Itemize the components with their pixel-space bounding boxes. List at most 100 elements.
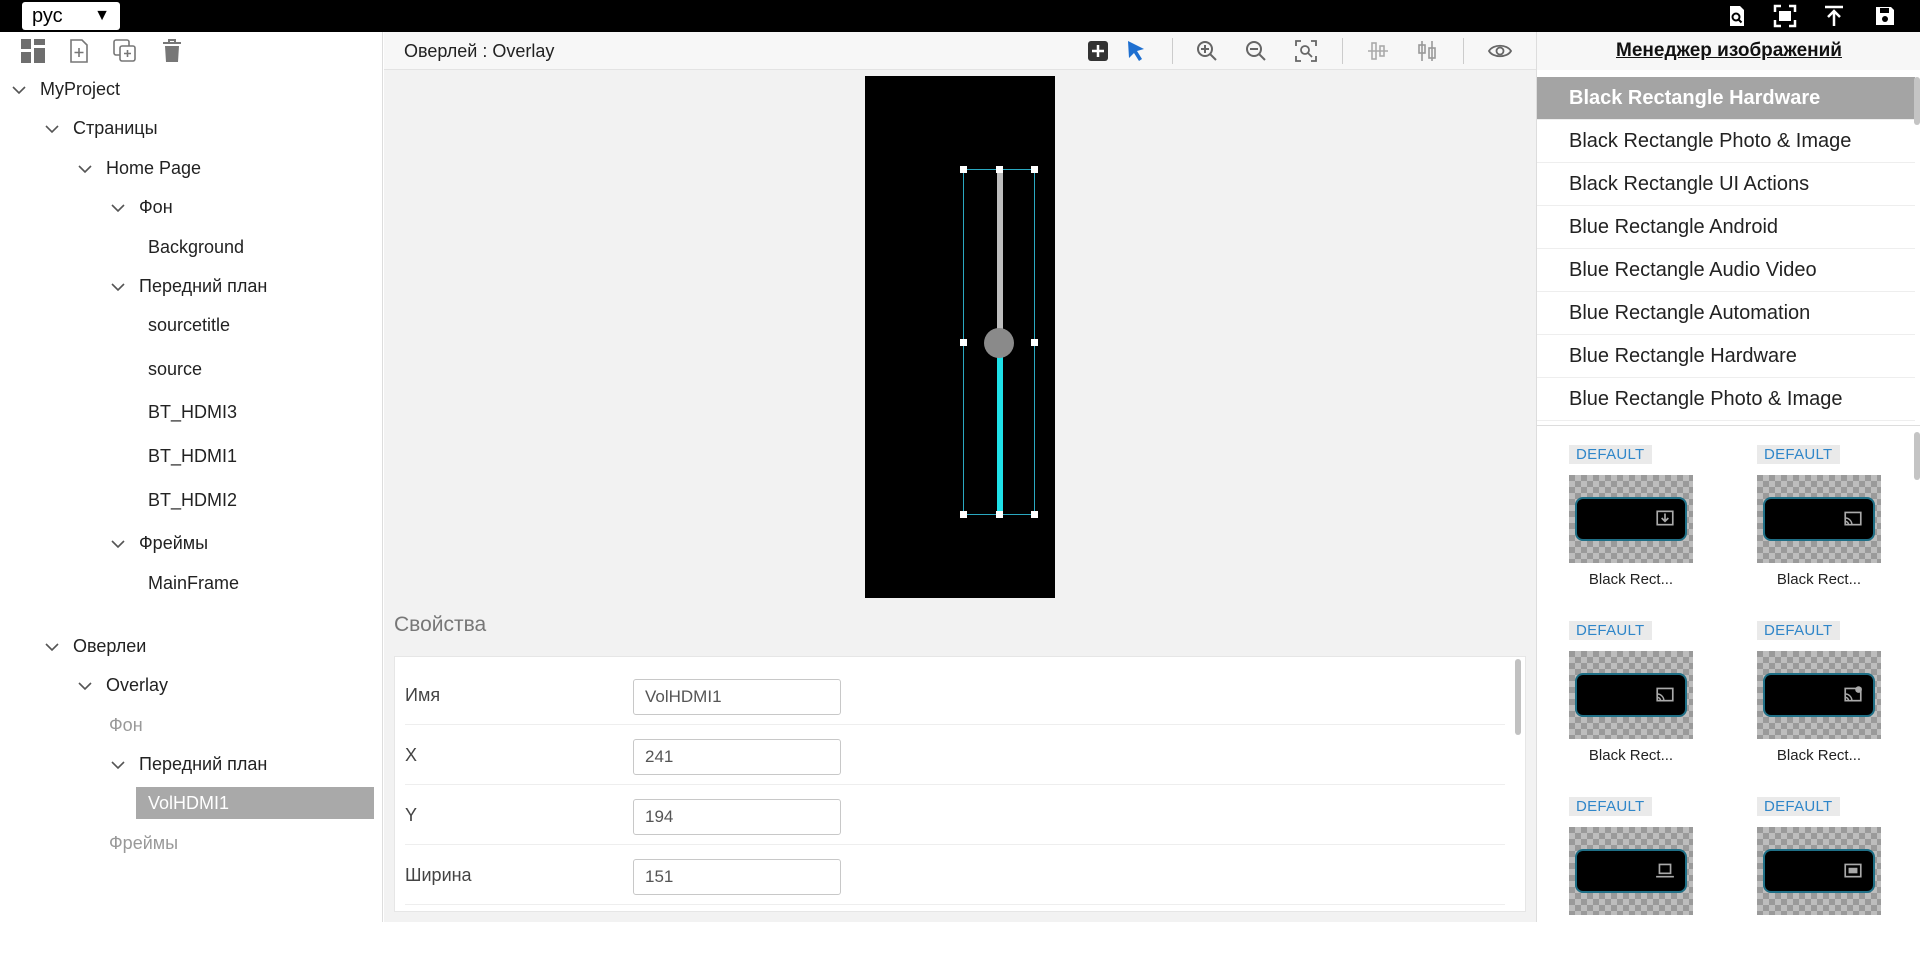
tree-item[interactable]: Передний план: [109, 270, 267, 302]
image-manager-panel: Менеджер изображений Black Rectangle Har…: [1536, 32, 1920, 922]
chevron-down-icon[interactable]: [109, 199, 127, 217]
chevron-down-icon[interactable]: [76, 677, 94, 695]
category-item[interactable]: Blue Rectangle Audio Video: [1537, 249, 1915, 292]
upload-icon[interactable]: [1822, 4, 1846, 28]
dashboard-icon[interactable]: [20, 38, 46, 64]
category-item[interactable]: Black Rectangle Hardware: [1537, 77, 1915, 120]
tree-item[interactable]: Оверлеи: [43, 630, 146, 662]
volume-slider-selection[interactable]: [960, 166, 1038, 518]
thumbnail-preview[interactable]: [1569, 475, 1693, 563]
width-field[interactable]: 151: [633, 859, 841, 895]
category-item[interactable]: Blue Rectangle Photo & Image: [1537, 378, 1915, 421]
tree-item[interactable]: Фреймы: [109, 527, 208, 559]
tree-item[interactable]: Фреймы: [109, 827, 178, 859]
save-icon[interactable]: [1873, 4, 1897, 28]
tree-item[interactable]: BT_HDMI2: [148, 484, 237, 516]
resize-handle[interactable]: [996, 511, 1003, 518]
thumbnail-preview[interactable]: [1757, 827, 1881, 915]
image-thumbnail[interactable]: DEFAULT Black Rect...: [1757, 621, 1897, 781]
chevron-down-icon[interactable]: [43, 638, 61, 656]
add-icon[interactable]: [1086, 39, 1110, 63]
overlay-preview[interactable]: [865, 76, 1055, 598]
chevron-down-icon[interactable]: [10, 81, 28, 99]
category-item[interactable]: Blue Rectangle Automation: [1537, 292, 1915, 335]
y-field[interactable]: 194: [633, 799, 841, 835]
trash-icon[interactable]: [159, 38, 185, 64]
tree-item[interactable]: Фон: [109, 191, 173, 223]
zoom-in-icon[interactable]: [1195, 39, 1219, 63]
tree-item[interactable]: Home Page: [76, 152, 201, 184]
new-page-icon[interactable]: [66, 38, 92, 64]
align-horizontal-icon[interactable]: [1366, 39, 1390, 63]
slider-track-upper: [997, 170, 1003, 343]
resize-handle[interactable]: [960, 166, 967, 173]
image-thumbnail[interactable]: DEFAULT Black Rect...: [1569, 445, 1709, 605]
fullscreen-icon[interactable]: [1773, 4, 1797, 28]
tree-item[interactable]: MainFrame: [148, 567, 239, 599]
chevron-down-icon[interactable]: [109, 535, 127, 553]
category-item[interactable]: Black Rectangle Photo & Image: [1537, 120, 1915, 163]
name-field[interactable]: VolHDMI1: [633, 679, 841, 715]
image-thumbnail[interactable]: DEFAULT: [1757, 797, 1897, 957]
chevron-down-icon[interactable]: [76, 160, 94, 178]
category-item[interactable]: Blue Rectangle Android: [1537, 206, 1915, 249]
resize-handle[interactable]: [1031, 166, 1038, 173]
zoom-fit-icon[interactable]: [1294, 39, 1318, 63]
tree-item[interactable]: BT_HDMI3: [148, 396, 237, 428]
language-select[interactable]: рус ▼: [22, 2, 120, 30]
resize-handle[interactable]: [960, 511, 967, 518]
tree-item[interactable]: Страницы: [43, 112, 158, 144]
resize-handle[interactable]: [996, 166, 1003, 173]
properties-scrollbar[interactable]: [1515, 659, 1521, 735]
thumbnail-preview[interactable]: [1569, 651, 1693, 739]
properties-section: Свойства Имя VolHDMI1 X 241 Y 194 Ширина…: [384, 603, 1536, 922]
tree-item[interactable]: sourcetitle: [148, 309, 230, 341]
tree-item[interactable]: Overlay: [76, 669, 168, 701]
thumbnail-scrollbar[interactable]: [1914, 432, 1920, 480]
tree-item[interactable]: Фон: [109, 709, 143, 741]
slider-knob[interactable]: [984, 328, 1014, 358]
image-thumbnail[interactable]: DEFAULT: [1569, 797, 1709, 957]
design-canvas[interactable]: [384, 70, 1536, 603]
image-manager-title[interactable]: Менеджер изображений: [1537, 32, 1920, 70]
tree-item-label: Передний план: [139, 276, 268, 296]
screen-cast-icon: [1844, 863, 1862, 878]
tree-item-label: BT_HDMI3: [148, 402, 238, 422]
tree-item-label: Фреймы: [109, 833, 179, 853]
tree-item[interactable]: VolHDMI1: [136, 787, 374, 819]
thumbnail-preview[interactable]: [1569, 827, 1693, 915]
chevron-down-icon[interactable]: [109, 756, 127, 774]
editor-toolbar: Оверлей : Overlay: [384, 32, 1536, 70]
default-badge: DEFAULT: [1569, 797, 1652, 816]
tree-item[interactable]: BT_HDMI1: [148, 440, 237, 472]
search-doc-icon[interactable]: [1725, 4, 1749, 28]
tree-item[interactable]: MyProject: [10, 73, 120, 105]
eye-icon[interactable]: [1488, 39, 1512, 63]
align-vertical-icon[interactable]: [1415, 39, 1439, 63]
x-field[interactable]: 241: [633, 739, 841, 775]
property-label: X: [405, 745, 418, 765]
thumbnail-preview[interactable]: [1757, 475, 1881, 563]
tree-item-label: Фон: [109, 715, 143, 735]
category-item[interactable]: Black Rectangle UI Actions: [1537, 163, 1915, 206]
tree-item-label: Страницы: [73, 118, 158, 138]
image-thumbnail[interactable]: DEFAULT Black Rect...: [1757, 445, 1897, 605]
chevron-down-icon[interactable]: [43, 120, 61, 138]
resize-handle[interactable]: [960, 339, 967, 346]
pointer-icon[interactable]: [1124, 39, 1148, 63]
tree-item[interactable]: Передний план: [109, 748, 267, 780]
tree-item[interactable]: source: [148, 353, 202, 385]
category-list: Black Rectangle Hardware Black Rectangle …: [1537, 77, 1915, 422]
category-item[interactable]: Blue Rectangle Hardware: [1537, 335, 1915, 378]
thumbnail-preview[interactable]: [1757, 651, 1881, 739]
resize-handle[interactable]: [1031, 511, 1038, 518]
resize-handle[interactable]: [1031, 339, 1038, 346]
category-scrollbar[interactable]: [1914, 77, 1920, 125]
tree-item[interactable]: Background: [148, 231, 244, 263]
zoom-out-icon[interactable]: [1244, 39, 1268, 63]
property-row-x: X 241: [405, 725, 1505, 785]
duplicate-icon[interactable]: [112, 38, 138, 64]
image-thumbnail[interactable]: DEFAULT Black Rect...: [1569, 621, 1709, 781]
toolbar-separator: [1172, 38, 1173, 64]
chevron-down-icon[interactable]: [109, 278, 127, 296]
